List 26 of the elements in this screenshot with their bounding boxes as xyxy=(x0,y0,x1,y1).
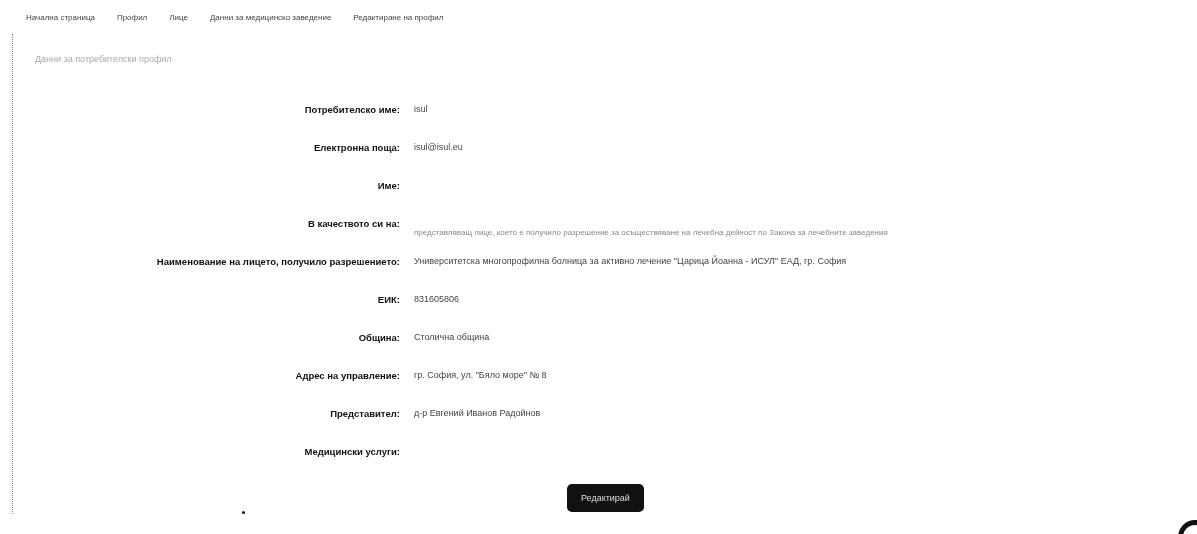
breadcrumb-link[interactable]: Редактиране на профил xyxy=(353,13,444,22)
field-value: Университетска многопрофилна болница за активно лечение "Царица Йоанна - ИСУЛ" ЕАД, гр. София xyxy=(414,256,847,266)
field-label: Община: xyxy=(357,332,401,345)
field-label: Адрес на управление: xyxy=(294,370,401,383)
field-value: Столична община xyxy=(414,332,490,342)
breadcrumb-link[interactable]: Данни за медицинско заведение xyxy=(209,13,332,22)
field-value: 831605806 xyxy=(414,294,460,304)
field-value: isul@isul.eu xyxy=(414,142,463,152)
field-value: представляващ лице, което е получило разрешение за осъществяване на лечебна дейност по Закона за лечебните заведения xyxy=(414,228,888,237)
page-subtitle: Данни за потребителски профил xyxy=(35,53,173,64)
field-value: д-р Евгений Иванов Радойнов xyxy=(414,408,541,418)
field-label: Представител: xyxy=(329,408,401,421)
field-value: isul xyxy=(414,104,428,114)
dot-mark xyxy=(242,511,245,514)
field-value: гр. София, ул. "Бяло море" № 8 xyxy=(414,370,547,380)
field-label: Потребителско име: xyxy=(303,104,401,117)
edit-button[interactable]: Редактирай xyxy=(567,484,644,512)
field-label: ЕИК: xyxy=(376,294,401,307)
field-label: Електронна поща: xyxy=(312,142,401,155)
field-label: Медицински услуги: xyxy=(303,446,401,459)
field-label: Наименование на лицето, получило разрешението: xyxy=(155,256,401,269)
field-label: Име: xyxy=(376,180,401,193)
field-label: В качеството си на: xyxy=(306,218,401,231)
breadcrumb-link[interactable]: Профил xyxy=(116,13,148,22)
breadcrumb-link[interactable]: Лице xyxy=(169,13,188,22)
breadcrumb-link[interactable]: Начална страница xyxy=(26,13,95,22)
